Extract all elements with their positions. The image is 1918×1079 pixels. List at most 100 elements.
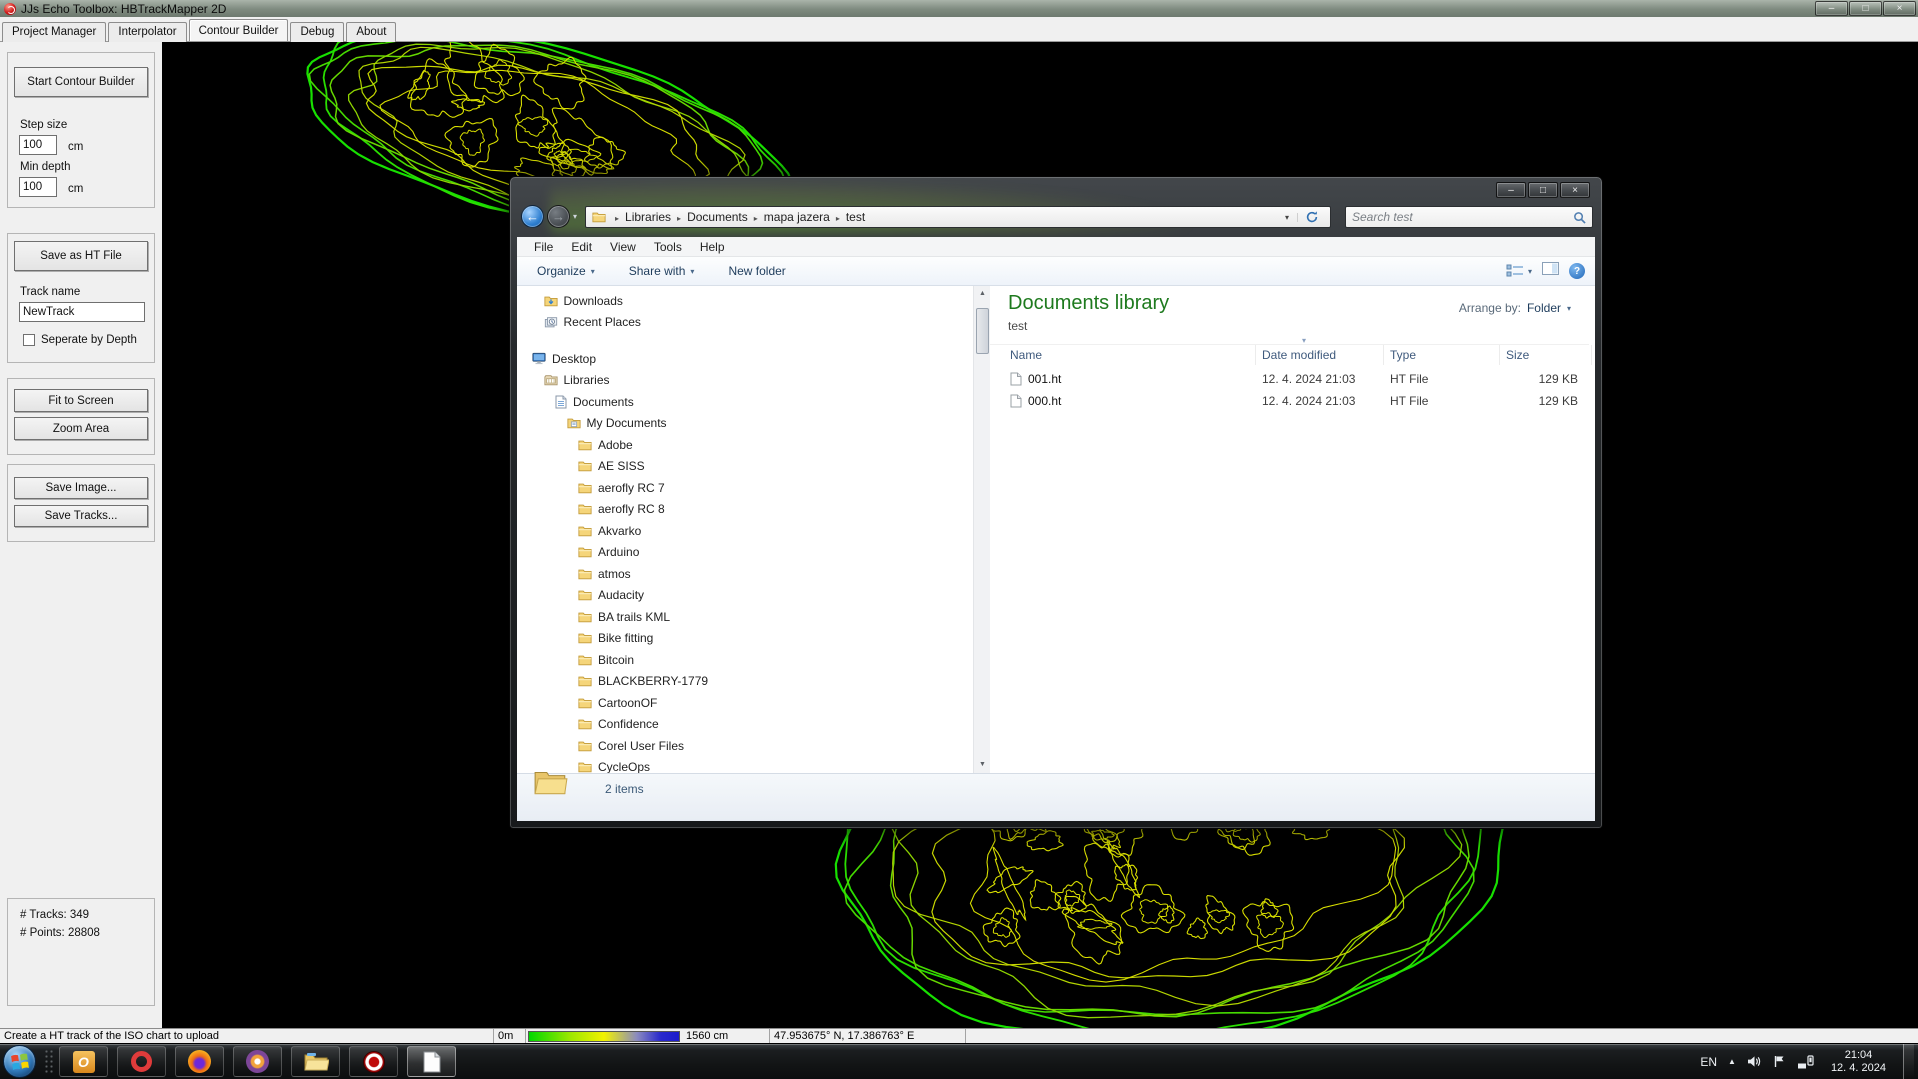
menu-edit[interactable]: Edit xyxy=(562,240,601,254)
scroll-down-icon[interactable]: ▼ xyxy=(974,757,991,773)
crumb-mapa-jazera[interactable]: mapa jazera xyxy=(764,210,830,224)
taskbar-item-opera[interactable] xyxy=(117,1046,166,1077)
organize-button[interactable]: Organize▾ xyxy=(527,264,605,278)
preview-pane-button[interactable] xyxy=(1542,262,1559,280)
tab-project-manager[interactable]: Project Manager xyxy=(2,22,106,42)
taskbar-item-tor-browser[interactable] xyxy=(233,1046,282,1077)
tree-item-adobe[interactable]: Adobe xyxy=(517,434,973,456)
tree-item-akvarko[interactable]: Akvarko xyxy=(517,520,973,542)
taskbar-item-firefox[interactable] xyxy=(175,1046,224,1077)
forward-button[interactable]: → xyxy=(547,205,570,228)
tree-item-ae-siss[interactable]: AE SISS xyxy=(517,456,973,478)
tree-item-bitcoin[interactable]: Bitcoin xyxy=(517,649,973,671)
details-folder-icon xyxy=(533,766,569,803)
explorer-address-row: ← → ▾ ▸Libraries▸Documents▸mapa jazera▸t… xyxy=(519,204,1593,230)
tree-item-bike-fitting[interactable]: Bike fitting xyxy=(517,628,973,650)
start-button[interactable] xyxy=(3,1045,36,1078)
tree-item-desktop[interactable]: Desktop xyxy=(517,348,973,370)
column-header-type[interactable]: Type xyxy=(1384,345,1500,365)
file-row-001-ht[interactable]: 001.ht12. 4. 2024 21:03HT File129 KB xyxy=(990,368,1589,390)
action-center-flag-icon[interactable] xyxy=(1773,1055,1786,1068)
tree-item-aerofly-rc-7[interactable]: aerofly RC 7 xyxy=(517,477,973,499)
track-name-input[interactable] xyxy=(19,302,145,322)
file-size: 129 KB xyxy=(1500,394,1592,408)
start-contour-builder-button[interactable]: Start Contour Builder xyxy=(14,67,148,97)
tree-item-libraries[interactable]: Libraries xyxy=(517,370,973,392)
file-row-000-ht[interactable]: 000.ht12. 4. 2024 21:03HT File129 KB xyxy=(990,390,1589,412)
tree-item-documents[interactable]: Documents xyxy=(517,391,973,413)
taskbar-item-windows-explorer[interactable] xyxy=(291,1046,340,1077)
save-tracks-button[interactable]: Save Tracks... xyxy=(14,505,148,527)
min-depth-input[interactable] xyxy=(19,177,57,197)
menu-view[interactable]: View xyxy=(601,240,645,254)
tab-interpolator[interactable]: Interpolator xyxy=(108,22,186,42)
refresh-icon[interactable] xyxy=(1298,210,1326,224)
crumb-documents[interactable]: Documents xyxy=(687,210,748,224)
new-folder-button[interactable]: New folder xyxy=(718,264,795,278)
tree-item-downloads[interactable]: Downloads xyxy=(517,290,973,312)
menu-file[interactable]: File xyxy=(525,240,562,254)
tree-item-blackberry-1779[interactable]: BLACKBERRY-1779 xyxy=(517,671,973,693)
zoom-area-button[interactable]: Zoom Area xyxy=(14,417,148,440)
tree-item-audacity[interactable]: Audacity xyxy=(517,585,973,607)
share-with-button[interactable]: Share with▾ xyxy=(619,264,705,278)
save-image-button[interactable]: Save Image... xyxy=(14,477,148,499)
column-header-size[interactable]: Size xyxy=(1500,345,1592,365)
tray-expand-icon[interactable]: ▲ xyxy=(1728,1057,1736,1066)
app-minimize-button[interactable]: – xyxy=(1815,1,1848,16)
volume-icon[interactable] xyxy=(1747,1055,1762,1068)
fit-to-screen-button[interactable]: Fit to Screen xyxy=(14,389,148,412)
tree-item-cartoonof[interactable]: CartoonOF xyxy=(517,692,973,714)
tab-contour-builder[interactable]: Contour Builder xyxy=(189,19,289,41)
arrange-by-control[interactable]: Arrange by: Folder ▾ xyxy=(1459,301,1571,315)
search-input[interactable] xyxy=(1346,210,1573,224)
help-icon[interactable]: ? xyxy=(1569,263,1585,279)
file-name: 000.ht xyxy=(1028,394,1061,408)
tree-item-confidence[interactable]: Confidence xyxy=(517,714,973,736)
tree-item-arduino[interactable]: Arduino xyxy=(517,542,973,564)
taskbar-item-outlook[interactable]: O xyxy=(59,1046,108,1077)
app-close-button[interactable]: × xyxy=(1883,1,1916,16)
tree-item-atmos[interactable]: atmos xyxy=(517,563,973,585)
tree-scrollbar[interactable]: ▲ ▼ xyxy=(973,286,990,773)
taskbar-item-text-document[interactable] xyxy=(407,1046,456,1077)
explorer-close-button[interactable]: × xyxy=(1560,182,1590,198)
menu-tools[interactable]: Tools xyxy=(645,240,691,254)
scrollbar-thumb[interactable] xyxy=(976,308,989,354)
crumb-test[interactable]: test xyxy=(846,210,865,224)
change-view-button[interactable]: ▾ xyxy=(1506,264,1532,278)
separate-by-depth-checkbox[interactable] xyxy=(23,334,35,346)
tree-item-aerofly-rc-8[interactable]: aerofly RC 8 xyxy=(517,499,973,521)
points-count: # Points: 28808 xyxy=(20,927,100,939)
breadcrumb-bar[interactable]: ▸Libraries▸Documents▸mapa jazera▸test ▾ xyxy=(585,206,1331,228)
column-header-date-modified[interactable]: Date modified▾ xyxy=(1256,345,1384,365)
tree-item-ba-trails-kml[interactable]: BA trails KML xyxy=(517,606,973,628)
show-desktop-button[interactable] xyxy=(1903,1044,1914,1079)
tab-about[interactable]: About xyxy=(346,22,396,42)
network-icon[interactable] xyxy=(1797,1055,1814,1069)
scroll-up-icon[interactable]: ▲ xyxy=(974,286,991,302)
language-indicator[interactable]: EN xyxy=(1700,1055,1717,1069)
step-size-input[interactable] xyxy=(19,135,57,155)
taskbar-clock[interactable]: 21:04 12. 4. 2024 xyxy=(1825,1049,1892,1075)
arrange-dropdown-icon: ▾ xyxy=(1567,304,1571,313)
depth-gradient-bar xyxy=(528,1031,680,1042)
tree-item-cycleops[interactable]: CycleOps xyxy=(517,757,973,774)
taskbar-item-echo-toolbox[interactable] xyxy=(349,1046,398,1077)
column-header-name[interactable]: Name xyxy=(1004,345,1256,365)
app-restore-button[interactable]: □ xyxy=(1849,1,1882,16)
explorer-maximize-button[interactable]: □ xyxy=(1528,182,1558,198)
menu-help[interactable]: Help xyxy=(691,240,734,254)
explorer-toolbar: Organize▾ Share with▾ New folder ▾ xyxy=(517,257,1595,286)
crumb-libraries[interactable]: Libraries xyxy=(625,210,671,224)
search-icon[interactable] xyxy=(1573,211,1586,224)
address-dropdown-icon[interactable]: ▾ xyxy=(1277,213,1298,222)
tree-item-corel-user-files[interactable]: Corel User Files xyxy=(517,735,973,757)
tree-item-my-documents[interactable]: My Documents xyxy=(517,413,973,435)
tab-debug[interactable]: Debug xyxy=(290,22,344,42)
recent-pages-dropdown-icon[interactable]: ▾ xyxy=(573,212,577,221)
back-button[interactable]: ← xyxy=(521,205,544,228)
explorer-minimize-button[interactable]: – xyxy=(1496,182,1526,198)
save-ht-file-button[interactable]: Save as HT File xyxy=(14,241,148,271)
tree-item-recent-places[interactable]: Recent Places xyxy=(517,312,973,334)
